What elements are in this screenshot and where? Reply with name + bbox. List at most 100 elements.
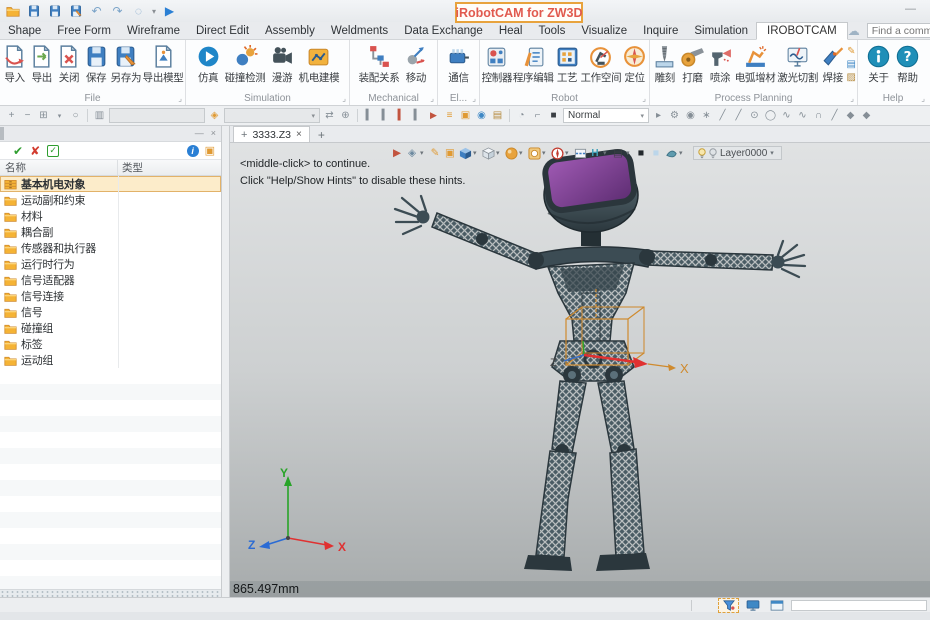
circle-tool-icon[interactable]: ◯	[764, 108, 777, 123]
dialog-launcher-icon[interactable]: ⌟	[642, 95, 646, 103]
wireframe-cube-icon[interactable]	[481, 146, 495, 160]
ruler-caret-icon[interactable]: ▾	[603, 149, 610, 157]
move-button[interactable]: 移动	[401, 43, 430, 86]
tree-item-collision-groups[interactable]: 碰撞组	[0, 320, 221, 336]
pick-filter-icon[interactable]: ◈	[405, 146, 419, 160]
wireframe-caret-icon[interactable]: ▾	[496, 149, 503, 157]
help-button[interactable]: 帮助	[893, 43, 922, 86]
dialog-launcher-icon[interactable]: ⌟	[472, 95, 476, 103]
curve-icon[interactable]: ∿	[796, 108, 809, 123]
compass-caret-icon[interactable]: ▾	[565, 149, 572, 157]
mechatronics-modeling-button[interactable]: 机电建模	[297, 43, 342, 86]
dialog-launcher-icon[interactable]: ⌟	[921, 95, 925, 103]
export-button[interactable]: 导出	[28, 43, 55, 86]
window-minimize-button[interactable]: —	[901, 2, 920, 17]
exit-icon[interactable]: ▶	[390, 146, 404, 160]
patch-icon[interactable]: ▨	[847, 71, 856, 84]
align-center-icon[interactable]: ▍	[379, 108, 392, 123]
menu-free-form[interactable]: Free Form	[49, 22, 119, 39]
program-edit-button[interactable]: 程序编辑	[513, 43, 554, 86]
face-caret-icon[interactable]: ▾	[679, 149, 686, 157]
simulate-button[interactable]: 仿真	[194, 43, 223, 86]
start-icon[interactable]: ▶	[162, 4, 177, 19]
spray-button[interactable]: 喷涂	[706, 43, 734, 86]
tree-item-tags[interactable]: 标签	[0, 336, 221, 352]
panel-resize-handle[interactable]	[0, 589, 221, 597]
collision-check-button[interactable]: 碰撞检测	[223, 43, 268, 86]
ruler-icon[interactable]: H	[588, 146, 602, 160]
filter-status-icon[interactable]	[719, 599, 738, 612]
datum-csys-icon[interactable]: ⊞	[37, 108, 50, 123]
polish-button[interactable]: 打磨	[679, 43, 707, 86]
menu-wireframe[interactable]: Wireframe	[119, 22, 188, 39]
column-type[interactable]: 类型	[118, 160, 221, 175]
command-search[interactable]	[867, 23, 930, 38]
locate-button[interactable]: 定位	[621, 43, 648, 86]
panel-minimize-icon[interactable]: —	[195, 129, 204, 138]
engrave-button[interactable]: 雕刻	[651, 43, 679, 86]
tree-item-signal-connections[interactable]: 信号连接	[0, 288, 221, 304]
polyline-tool-icon[interactable]: ╱	[732, 108, 745, 123]
pointer-red-icon[interactable]: ▶	[427, 108, 440, 123]
document-tab[interactable]: + 3333.Z3 ×	[233, 126, 310, 142]
assembly-relation-button[interactable]: 装配关系	[357, 43, 402, 86]
shaded-sphere-icon[interactable]	[504, 146, 518, 160]
regen-icon[interactable]: ◌	[131, 4, 146, 19]
case-icon[interactable]: ▤	[491, 108, 504, 123]
context-combo-1[interactable]	[109, 108, 205, 123]
report-icon[interactable]: ▣	[205, 144, 215, 157]
layer-combo[interactable]: Layer0000 ▾	[693, 146, 782, 160]
csys-caret-icon[interactable]: ▾	[53, 108, 66, 123]
save-button[interactable]: 保存	[83, 43, 110, 86]
confirm-icon[interactable]: ✔	[13, 144, 23, 158]
align-left-icon[interactable]: ▍	[363, 108, 376, 123]
view-caret-icon[interactable]: ▾	[473, 149, 480, 157]
menu-visualize[interactable]: Visualize	[573, 22, 635, 39]
circle-center-icon[interactable]: ⊙	[748, 108, 761, 123]
tree-item-basic-objects[interactable]: 基本机电对象	[0, 176, 221, 192]
undo-icon[interactable]: ↶	[89, 4, 104, 19]
datum-highlight-icon[interactable]: ◈	[208, 108, 221, 123]
view-cube-icon[interactable]	[458, 146, 472, 160]
dialog-launcher-icon[interactable]: ⌟	[850, 95, 854, 103]
new-tab-button[interactable]: +	[313, 128, 330, 142]
tree-item-materials[interactable]: 材料	[0, 208, 221, 224]
swap-icon[interactable]: ⇄	[323, 108, 336, 123]
datum-line-icon[interactable]: −	[21, 108, 34, 123]
pick-filter-caret-icon[interactable]: ▾	[420, 149, 427, 157]
menu-direct-edit[interactable]: Direct Edit	[188, 22, 257, 39]
display-mode-combo[interactable]: Normal ▾	[563, 108, 649, 123]
workspace-button[interactable]: 工作空间	[580, 43, 621, 86]
dialog-launcher-icon[interactable]: ⌟	[430, 95, 434, 103]
background-dark-swatch[interactable]: ■	[634, 146, 648, 160]
menu-weldments[interactable]: Weldments	[323, 22, 396, 39]
column-name[interactable]: 名称	[0, 160, 118, 175]
save-as-button[interactable]: 另存为	[110, 43, 142, 86]
tree-item-signals[interactable]: 信号	[0, 304, 221, 320]
tree-item-couplers[interactable]: 耦合副	[0, 224, 221, 240]
texture-ring-icon[interactable]	[527, 146, 541, 160]
folder-shortcut-icon[interactable]: ▣	[459, 108, 472, 123]
open-file-icon[interactable]	[5, 4, 20, 19]
segment-icon[interactable]: ╱	[828, 108, 841, 123]
face-display-icon[interactable]	[664, 146, 678, 160]
menu-tab-irobotcam[interactable]: IROBOTCAM	[756, 22, 848, 40]
roam-button[interactable]: 漫游	[268, 43, 297, 86]
panel-close-icon[interactable]: ×	[211, 129, 216, 138]
render-caret-icon[interactable]: ▾	[626, 149, 633, 157]
tree-item-signal-adapters[interactable]: 信号适配器	[0, 272, 221, 288]
distribute-icon[interactable]: ▍	[411, 108, 424, 123]
dialog-launcher-icon[interactable]: ⌟	[178, 95, 182, 103]
tree-item-sensors-actuators[interactable]: 传感器和执行器	[0, 240, 221, 256]
plan-view-icon[interactable]: ▣	[443, 146, 457, 160]
polygon-icon[interactable]: ○	[69, 108, 82, 123]
constraint-icon[interactable]: ⊕	[339, 108, 352, 123]
background-light-swatch[interactable]: ■	[649, 146, 663, 160]
line-tool-icon[interactable]: ╱	[716, 108, 729, 123]
arc-additive-button[interactable]: 电弧增材	[734, 43, 777, 86]
save-as-quick-icon[interactable]	[68, 4, 83, 19]
flag-icon[interactable]: ⌐	[531, 108, 544, 123]
gear-tool-icon[interactable]: ⚙	[668, 108, 681, 123]
datum-point-icon[interactable]: +	[5, 108, 18, 123]
pencil-icon[interactable]: ✎	[428, 146, 442, 160]
